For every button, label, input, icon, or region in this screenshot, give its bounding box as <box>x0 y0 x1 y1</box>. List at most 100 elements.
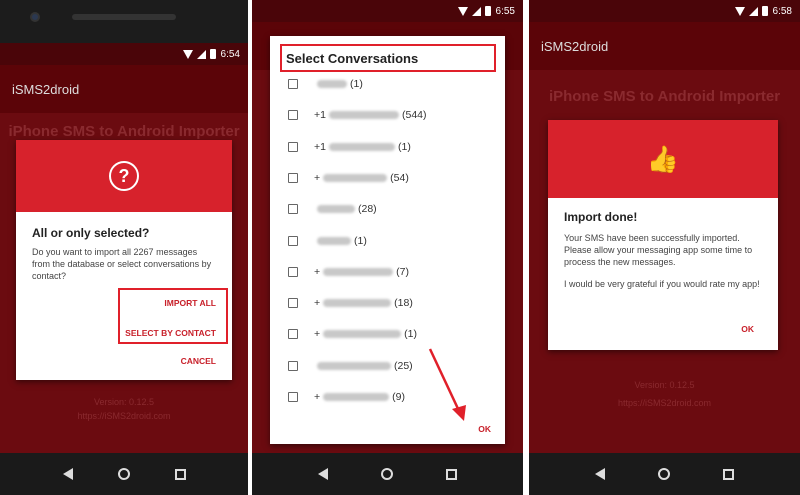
conversation-row[interactable]: + (1) <box>288 326 417 342</box>
ok-button[interactable]: OK <box>478 424 491 434</box>
website-link[interactable]: https://iSMS2droid.com <box>0 409 248 423</box>
redacted-contact <box>323 393 390 401</box>
wifi-icon <box>457 6 468 16</box>
phone-screen-1: 6:54 iSMS2droid iPhone SMS to Android Im… <box>0 0 248 495</box>
signal-icon <box>748 6 758 16</box>
conversation-row[interactable]: + (54) <box>288 170 409 186</box>
message-count: (28) <box>358 203 377 216</box>
import-done-dialog: 👍 Import done! Your SMS have been succes… <box>548 120 778 350</box>
message-count: (54) <box>390 171 409 184</box>
app-bar: iSMS2droid <box>529 22 800 70</box>
status-time: 6:54 <box>220 48 240 60</box>
conversation-checkbox[interactable] <box>288 141 298 152</box>
conversation-row[interactable]: + (7) <box>288 264 409 280</box>
conversation-row[interactable]: (28) <box>288 201 377 217</box>
redacted-contact <box>328 111 399 120</box>
status-bar: 6:58 <box>529 0 800 22</box>
status-time: 6:58 <box>772 5 792 17</box>
message-count: (1) <box>404 328 417 341</box>
nav-bar <box>529 453 800 495</box>
cancel-button[interactable]: CANCEL <box>181 356 232 366</box>
redacted-contact <box>328 142 395 151</box>
ok-button[interactable]: OK <box>741 324 754 334</box>
conversation-checkbox[interactable] <box>288 79 298 89</box>
thumbs-up-icon: 👍 <box>646 143 680 174</box>
conversation-row[interactable]: (1) <box>288 233 367 249</box>
nav-bar <box>0 453 248 495</box>
wifi-icon <box>182 49 193 59</box>
conversation-prefix: + <box>314 391 321 403</box>
conversation-checkbox[interactable] <box>288 172 298 183</box>
page-heading: iPhone SMS to Android Importer <box>8 123 240 140</box>
highlight-box <box>118 288 228 344</box>
message-count: (25) <box>394 359 413 372</box>
signal-icon <box>471 6 481 16</box>
status-bar: 6:54 <box>0 43 248 65</box>
conversation-prefix: + <box>314 265 321 278</box>
phone-screen-2: 6:55 Select Conversations (1) +1 (544) +1 (1… <box>252 0 523 495</box>
conversation-prefix: + <box>314 328 321 341</box>
message-count: (1) <box>350 78 363 90</box>
conversation-checkbox[interactable] <box>288 298 298 309</box>
conversation-checkbox[interactable] <box>288 266 298 277</box>
version-text: Version: 0.12.5 <box>634 380 695 390</box>
home-icon[interactable] <box>657 468 670 480</box>
conversation-prefix: + <box>314 297 321 310</box>
dialog-title: All or only selected? <box>32 226 150 240</box>
conversation-row[interactable]: (25) <box>288 358 413 374</box>
redacted-contact <box>317 205 355 214</box>
conversation-checkbox[interactable] <box>288 110 298 121</box>
camera-icon <box>30 12 40 22</box>
dialog-header: 👍 <box>548 120 778 198</box>
website-link[interactable]: https://iSMS2droid.com <box>529 396 800 410</box>
signal-icon <box>196 49 206 59</box>
conversation-checkbox[interactable] <box>288 329 298 340</box>
message-count: (1) <box>354 234 367 247</box>
recent-apps-icon[interactable] <box>445 468 457 480</box>
redacted-contact <box>323 330 402 339</box>
dialog-message: Your SMS have been successfully imported… <box>564 233 753 267</box>
back-icon[interactable] <box>595 468 606 480</box>
conversation-row[interactable]: + (9) <box>288 389 405 405</box>
version-text: Version: 0.12.5 <box>93 397 155 407</box>
redacted-contact <box>323 267 394 276</box>
dialog-message: Do you want to import all 2267 messages … <box>32 247 212 281</box>
redacted-contact <box>317 361 391 370</box>
speaker-grille <box>72 14 176 20</box>
conversation-checkbox[interactable] <box>288 235 298 246</box>
question-icon: ? <box>109 161 139 191</box>
conversation-row[interactable]: (1) <box>288 76 363 92</box>
redacted-contact <box>323 299 392 308</box>
battery-icon <box>209 49 216 59</box>
back-icon[interactable] <box>318 468 329 480</box>
recent-apps-icon[interactable] <box>722 468 734 480</box>
conversation-checkbox[interactable] <box>288 392 298 402</box>
wifi-icon <box>734 6 745 16</box>
back-icon[interactable] <box>62 468 73 480</box>
redacted-contact <box>317 236 351 245</box>
recent-apps-icon[interactable] <box>174 468 186 480</box>
conversation-prefix: + <box>314 171 321 184</box>
red-arrow-annotation <box>428 348 466 421</box>
conversation-checkbox[interactable] <box>288 360 298 371</box>
dialog-header: ? <box>16 140 232 212</box>
message-count: (7) <box>396 265 409 278</box>
conversation-prefix: +1 <box>314 140 326 153</box>
conversation-row[interactable]: +1 (1) <box>288 139 411 155</box>
dialog-title: Select Conversations <box>280 44 496 72</box>
message-count: (1) <box>397 140 411 153</box>
message-count: (544) <box>401 109 427 122</box>
dialog-title: Import done! <box>564 210 638 224</box>
nav-bar <box>252 453 523 495</box>
conversation-prefix: +1 <box>314 109 326 122</box>
home-icon[interactable] <box>117 468 130 480</box>
battery-icon <box>484 6 491 16</box>
home-icon[interactable] <box>380 468 393 480</box>
battery-icon <box>761 6 768 16</box>
conversation-checkbox[interactable] <box>288 204 298 215</box>
app-bar: iSMS2droid <box>0 65 248 113</box>
redacted-contact <box>317 80 347 88</box>
phone-top-bezel <box>0 0 248 43</box>
conversation-row[interactable]: +1 (544) <box>288 107 427 123</box>
conversation-row[interactable]: + (18) <box>288 295 413 311</box>
